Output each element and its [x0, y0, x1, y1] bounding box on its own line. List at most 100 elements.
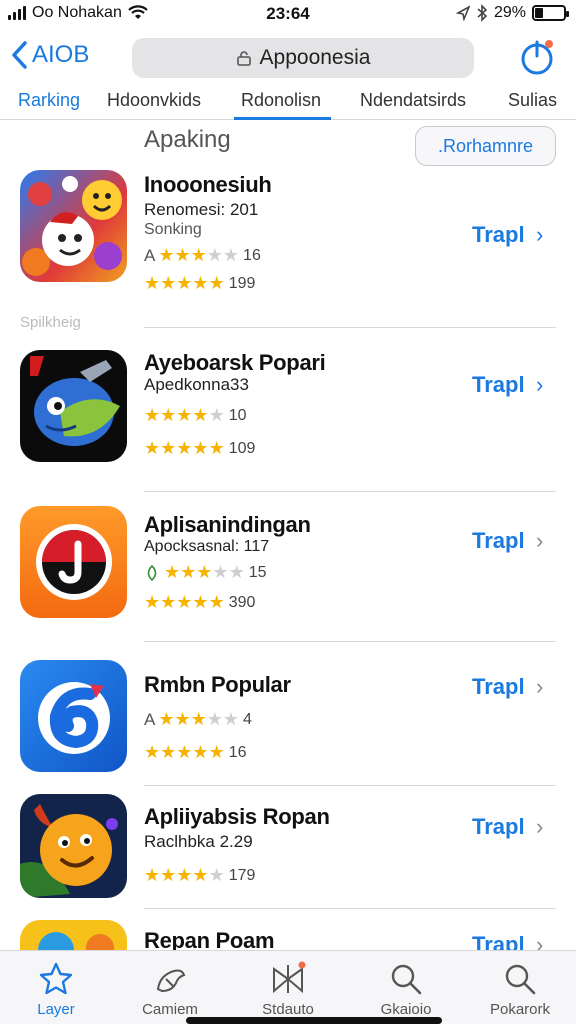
get-button[interactable]: Trapl [472, 814, 525, 840]
row-divider [144, 491, 556, 492]
lock-icon [236, 51, 251, 66]
star-filled-icon: ★ [208, 742, 225, 762]
search-icon [391, 964, 422, 995]
rating-primary: ★★★★★ 15 [144, 563, 267, 583]
star-rating: ★★★★★ [144, 743, 225, 763]
star-filled-icon: ★ [190, 245, 207, 265]
tab-sulias[interactable]: Sulias [508, 90, 557, 111]
star-filled-icon: ★ [176, 405, 193, 425]
star-filled-icon: ★ [144, 742, 161, 762]
app-row[interactable]: Inooonesiuh Renomesi: 201 Sonking A ★★★★… [0, 170, 576, 330]
app-subtitle: Renomesi: 201 [144, 200, 259, 219]
battery-percent: 29% [493, 4, 526, 21]
star-rating: ★★★★★ [144, 866, 225, 886]
tabbar-gkaioio[interactable]: Gkaioio [356, 961, 456, 1018]
app-row[interactable]: Apliiyabsis Ropan Raclhbka 2.29 ★★★★★ 17… [0, 794, 576, 904]
app-name: Rmbn Popular [144, 672, 291, 697]
rating-count: 10 [228, 407, 247, 424]
tab-ndendatsirds[interactable]: Ndendatsirds [360, 90, 466, 111]
blue-bird-icon [20, 350, 127, 462]
star-rating: ★★★★★ [144, 274, 225, 294]
star-filled-icon: ★ [160, 742, 177, 762]
orange-face-icon [20, 794, 127, 898]
star-rating: ★★★★★ [144, 406, 225, 426]
status-bar: Oo Nohakan 23:64 29% [0, 0, 576, 28]
bluetooth-icon [477, 4, 488, 22]
blue-swirl-icon [20, 660, 127, 772]
rating-secondary: ★★★★★ 199 [144, 274, 255, 294]
star-filled-icon: ★ [192, 592, 209, 612]
rating-count: 199 [228, 275, 256, 292]
star-filled-icon: ★ [144, 592, 161, 612]
tabbar-label: Camiem [142, 1001, 198, 1018]
tabbar-label: Pokarork [489, 1001, 551, 1018]
search-field[interactable]: Appoonesia [132, 38, 474, 78]
star-rating: ★★★★★ [144, 439, 225, 459]
app-subtitle: Apocksasnal: 117 [144, 538, 270, 555]
tab-rdonolisn[interactable]: Rdonolisn [241, 90, 321, 111]
power-icon[interactable] [516, 36, 558, 78]
tabbar-layer[interactable]: Layer [6, 961, 106, 1018]
tabbar-camiem[interactable]: Camiem [120, 961, 220, 1018]
bird-outline-icon [156, 969, 186, 993]
app-name: Ayeboarsk Popari [144, 350, 326, 375]
nav-bar: AIOB Appoonesia [0, 30, 576, 86]
location-icon [455, 5, 470, 21]
star-filled-icon: ★ [176, 742, 193, 762]
get-button[interactable]: Trapl [472, 222, 525, 248]
rating-secondary: ★★★★★ 16 [144, 743, 247, 763]
app-row[interactable]: Aplisanindingan Apocksasnal: 117 ★★★★★ 1… [0, 506, 576, 640]
tab-rarking[interactable]: Rarking [18, 90, 80, 111]
star-filled-icon: ★ [158, 245, 175, 265]
star-filled-icon: ★ [190, 709, 207, 729]
leaf-icon [147, 564, 157, 582]
chevron-right-icon: › [536, 372, 544, 397]
rating-primary: A ★★★★★ 16 [144, 246, 261, 266]
star-empty-icon: ★ [206, 709, 223, 729]
rating-secondary: ★★★★★ 109 [144, 439, 255, 459]
row-divider [144, 641, 556, 642]
star-filled-icon: ★ [160, 405, 177, 425]
app-row[interactable]: Repan Poam Trapl › [0, 918, 576, 950]
bowtie-icon [273, 961, 306, 994]
star-filled-icon: ★ [174, 709, 191, 729]
row-divider [144, 908, 556, 909]
star-filled-icon: ★ [192, 405, 209, 425]
recommend-button[interactable]: .Rorhamnre [415, 126, 556, 166]
star-filled-icon: ★ [144, 438, 161, 458]
section-title: Apaking [144, 126, 231, 153]
rating-prefix: A [144, 246, 156, 265]
get-button[interactable]: Trapl [472, 674, 525, 700]
app-name: Apliiyabsis Ropan [144, 804, 330, 829]
app-row[interactable]: Ayeboarsk Popari Apedkonna33 ★★★★★ 10 ★★… [0, 350, 576, 490]
star-empty-icon: ★ [222, 245, 240, 265]
rating-count: 16 [228, 744, 247, 761]
app-name: Repan Poam [144, 928, 275, 950]
chevron-left-icon [12, 41, 27, 69]
star-empty-icon: ★ [228, 562, 245, 582]
home-indicator [186, 1017, 442, 1024]
rating-count: 15 [248, 564, 267, 581]
get-button[interactable]: Trapl [472, 528, 525, 554]
star-filled-icon: ★ [174, 245, 191, 265]
star-filled-icon: ★ [176, 865, 193, 885]
app-subtitle: Raclhbka 2.29 [144, 832, 253, 851]
star-empty-icon: ★ [222, 709, 240, 729]
get-button[interactable]: Trapl [472, 932, 525, 950]
tabbar-pokarork[interactable]: Pokarork [470, 961, 570, 1018]
rating-count: 16 [243, 247, 261, 264]
star-empty-icon: ★ [206, 245, 223, 265]
back-button[interactable]: AIOB [10, 40, 89, 70]
star-filled-icon: ★ [208, 273, 225, 293]
app-subtitle: Apedkonna33 [144, 375, 249, 394]
get-button[interactable]: Trapl [472, 372, 525, 398]
tabbar-label: Gkaioio [380, 1001, 432, 1018]
rating-count: 4 [243, 711, 252, 728]
app-name: Inooonesiuh [144, 172, 272, 197]
star-filled-icon: ★ [176, 592, 193, 612]
app-row[interactable]: Rmbn Popular A ★★★★★ 4 ★★★★★ 16 Trapl › [0, 660, 576, 782]
rating-count: 109 [228, 440, 256, 457]
star-empty-icon: ★ [212, 562, 229, 582]
tabbar-stdauto[interactable]: Stdauto [238, 961, 338, 1018]
tab-hdoonvkids[interactable]: Hdoonvkids [107, 90, 201, 111]
